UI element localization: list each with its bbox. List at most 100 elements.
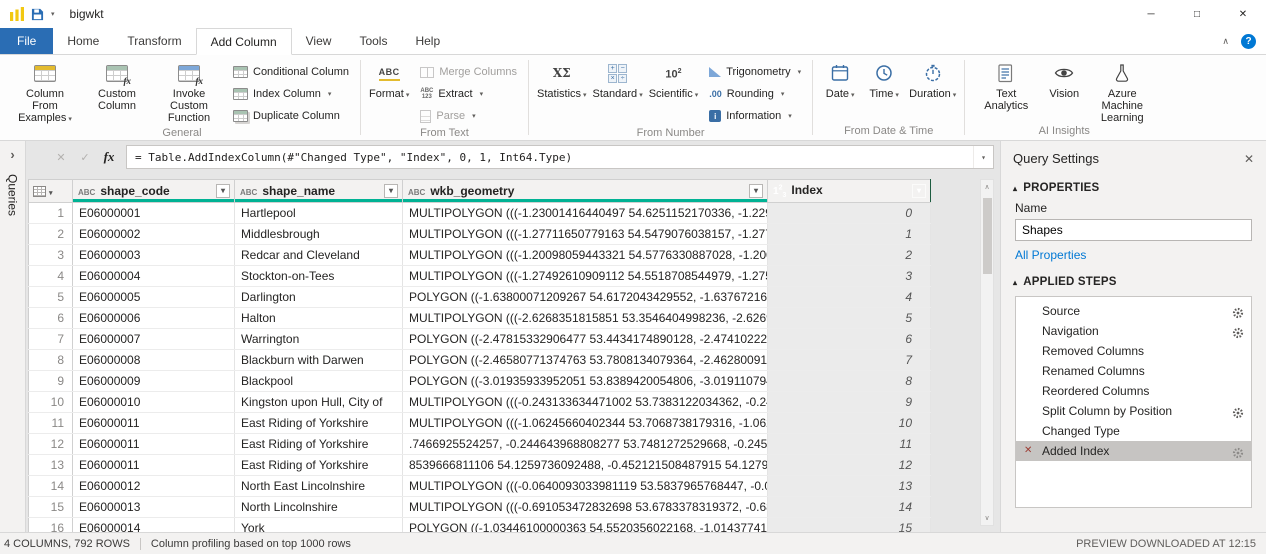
row-number-cell[interactable]: 15 <box>29 497 73 518</box>
table-row[interactable]: 8 E06000008 Blackburn with Darwen POLYGO… <box>29 350 931 371</box>
index-cell[interactable]: 7 <box>768 350 931 371</box>
help-icon[interactable]: ? <box>1241 34 1256 49</box>
row-number-cell[interactable]: 8 <box>29 350 73 371</box>
ribbon-tab[interactable]: Add Column <box>196 28 292 55</box>
scientific-button[interactable]: 102 Scientific▾ <box>646 60 702 102</box>
applied-step[interactable]: ✕ Changed Type <box>1016 421 1251 441</box>
table-row[interactable]: 11 E06000011 East Riding of Yorkshire MU… <box>29 413 931 434</box>
row-number-cell[interactable]: 2 <box>29 224 73 245</box>
index-cell[interactable]: 1 <box>768 224 931 245</box>
profiling-status[interactable]: Column profiling based on top 1000 rows <box>151 538 351 550</box>
azure-machine-learning-button[interactable]: Azure Machine Learning <box>1086 60 1158 124</box>
properties-section-header[interactable]: ▴ PROPERTIES <box>1001 174 1266 198</box>
index-cell[interactable]: 8 <box>768 371 931 392</box>
standard-button[interactable]: Standard▾ <box>590 60 646 102</box>
row-number-cell[interactable]: 10 <box>29 392 73 413</box>
wkb-geometry-cell[interactable]: MULTIPOLYGON (((-0.0640093033981119 53.5… <box>403 476 768 497</box>
table-row[interactable]: 7 E06000007 Warrington POLYGON ((-2.4781… <box>29 329 931 350</box>
shape-code-cell[interactable]: E06000003 <box>73 245 235 266</box>
shape-code-cell[interactable]: E06000002 <box>73 224 235 245</box>
shape-name-cell[interactable]: Warrington <box>235 329 403 350</box>
index-cell[interactable]: 5 <box>768 308 931 329</box>
filter-button[interactable]: ▾ <box>749 184 763 198</box>
formula-input[interactable]: = Table.AddIndexColumn(#"Changed Type", … <box>126 145 994 169</box>
shape-name-cell[interactable]: North East Lincolnshire <box>235 476 403 497</box>
vision-button[interactable]: Vision <box>1042 60 1086 100</box>
queries-pane-label[interactable]: Queries <box>6 174 20 216</box>
shape-code-cell[interactable]: E06000011 <box>73 434 235 455</box>
row-number-cell[interactable]: 5 <box>29 287 73 308</box>
table-row[interactable]: 15 E06000013 North Lincolnshire MULTIPOL… <box>29 497 931 518</box>
step-settings-gear-icon[interactable] <box>1232 325 1244 337</box>
row-number-cell[interactable]: 9 <box>29 371 73 392</box>
row-number-cell[interactable]: 4 <box>29 266 73 287</box>
row-number-cell[interactable]: 1 <box>29 203 73 224</box>
delete-step-icon[interactable]: ✕ <box>1024 441 1032 461</box>
format-button[interactable]: ABC Format▾ <box>366 60 412 102</box>
time-button[interactable]: Time▾ <box>862 60 906 102</box>
custom-column-button[interactable]: Custom Column <box>81 60 153 112</box>
invoke-custom-function-button[interactable]: Invoke Custom Function <box>153 60 225 124</box>
shape-name-cell[interactable]: York <box>235 518 403 533</box>
ribbon-tab[interactable]: Help <box>401 28 454 54</box>
applied-step[interactable]: ✕ Source <box>1016 301 1251 321</box>
table-row[interactable]: 5 E06000005 Darlington POLYGON ((-1.6380… <box>29 287 931 308</box>
step-settings-gear-icon[interactable] <box>1232 445 1244 457</box>
conditional-column-button[interactable]: Conditional Column <box>231 62 355 82</box>
scrollbar-thumb[interactable] <box>983 198 992 274</box>
shape-name-cell[interactable]: East Riding of Yorkshire <box>235 455 403 476</box>
shape-code-cell[interactable]: E06000014 <box>73 518 235 533</box>
commit-formula-icon[interactable]: ✓ <box>74 151 96 164</box>
applied-step[interactable]: ✕ Reordered Columns <box>1016 381 1251 401</box>
filter-button[interactable]: ▾ <box>384 184 398 198</box>
step-settings-gear-icon[interactable] <box>1232 305 1244 317</box>
table-corner-menu[interactable]: ▾ <box>29 180 73 203</box>
index-cell[interactable]: 11 <box>768 434 931 455</box>
all-properties-link[interactable]: All Properties <box>1001 246 1266 268</box>
shape-name-cell[interactable]: Stockton-on-Tees <box>235 266 403 287</box>
shape-name-cell[interactable]: Kingston upon Hull, City of <box>235 392 403 413</box>
wkb-geometry-cell[interactable]: POLYGON ((-2.46580771374763 53.780813407… <box>403 350 768 371</box>
row-number-cell[interactable]: 12 <box>29 434 73 455</box>
vertical-scrollbar[interactable]: ∧ ∨ <box>980 179 994 526</box>
extract-button[interactable]: ABC123 Extract ▾ <box>418 84 523 104</box>
table-row[interactable]: 2 E06000002 Middlesbrough MULTIPOLYGON (… <box>29 224 931 245</box>
wkb-geometry-cell[interactable]: MULTIPOLYGON (((-0.691053472832698 53.67… <box>403 497 768 518</box>
row-number-cell[interactable]: 6 <box>29 308 73 329</box>
table-row[interactable]: 3 E06000003 Redcar and Cleveland MULTIPO… <box>29 245 931 266</box>
index-cell[interactable]: 4 <box>768 287 931 308</box>
wkb-geometry-cell[interactable]: POLYGON ((-1.03446100000363 54.552035602… <box>403 518 768 533</box>
column-header-index[interactable]: 123Index ▾ <box>768 180 931 203</box>
index-cell[interactable]: 2 <box>768 245 931 266</box>
collapse-ribbon-icon[interactable]: ∧ <box>1222 36 1229 47</box>
applied-step[interactable]: ✕ Removed Columns <box>1016 341 1251 361</box>
shape-name-cell[interactable]: Redcar and Cleveland <box>235 245 403 266</box>
applied-step[interactable]: ✕ Split Column by Position <box>1016 401 1251 421</box>
shape-name-cell[interactable]: North Lincolnshire <box>235 497 403 518</box>
index-cell[interactable]: 10 <box>768 413 931 434</box>
scroll-up-icon[interactable]: ∧ <box>981 180 993 194</box>
shape-name-cell[interactable]: Hartlepool <box>235 203 403 224</box>
applied-step[interactable]: ✕ Added Index <box>1016 441 1251 461</box>
index-cell[interactable]: 0 <box>768 203 931 224</box>
shape-name-cell[interactable]: Blackburn with Darwen <box>235 350 403 371</box>
shape-code-cell[interactable]: E06000011 <box>73 455 235 476</box>
shape-code-cell[interactable]: E06000001 <box>73 203 235 224</box>
index-cell[interactable]: 14 <box>768 497 931 518</box>
shape-name-cell[interactable]: Halton <box>235 308 403 329</box>
column-header-wkb-geometry[interactable]: ABCwkb_geometry ▾ <box>403 180 768 203</box>
wkb-geometry-cell[interactable]: MULTIPOLYGON (((-1.27492610909112 54.551… <box>403 266 768 287</box>
row-number-cell[interactable]: 13 <box>29 455 73 476</box>
merge-columns-button[interactable]: Merge Columns <box>418 62 523 82</box>
close-panel-icon[interactable]: ✕ <box>1244 152 1254 166</box>
index-cell[interactable]: 3 <box>768 266 931 287</box>
information-button[interactable]: i Information ▾ <box>707 106 807 126</box>
wkb-geometry-cell[interactable]: POLYGON ((-3.01935933952051 53.838942005… <box>403 371 768 392</box>
index-cell[interactable]: 9 <box>768 392 931 413</box>
column-from-examples-button[interactable]: Column From Examples▾ <box>9 60 81 126</box>
wkb-geometry-cell[interactable]: 8539666811106 54.1259736092488, -0.45212… <box>403 455 768 476</box>
index-cell[interactable]: 12 <box>768 455 931 476</box>
trigonometry-button[interactable]: Trigonometry ▾ <box>707 62 807 82</box>
shape-name-cell[interactable]: Darlington <box>235 287 403 308</box>
shape-code-cell[interactable]: E06000004 <box>73 266 235 287</box>
